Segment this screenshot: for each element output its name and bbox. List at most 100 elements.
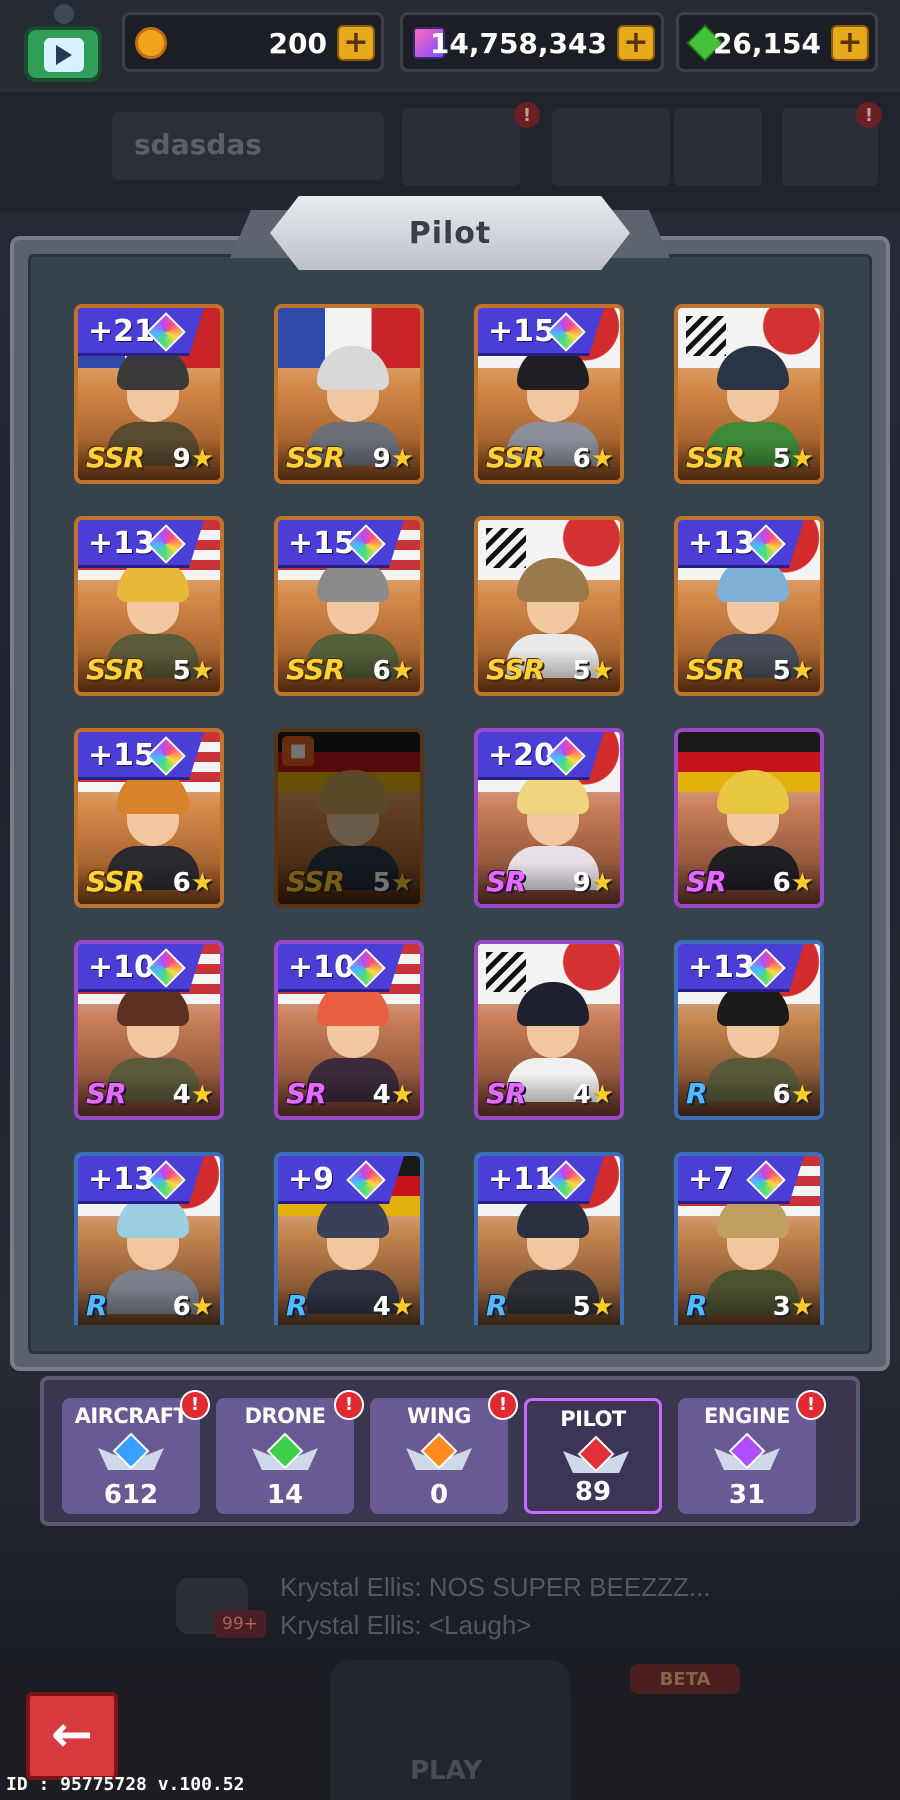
pilot-level-value: +9 (288, 1162, 335, 1197)
pilot-star-count: 6 (172, 1292, 191, 1322)
pilot-card[interactable]: +10 SR 4★ (274, 940, 424, 1120)
pilot-star-count: 4 (172, 1080, 191, 1110)
pilot-rarity: SR (486, 865, 527, 898)
pilot-rarity: SSR (286, 441, 345, 474)
aircraft-part-icon (98, 1432, 164, 1478)
pilot-card[interactable]: SR 4★ (474, 940, 624, 1120)
pilot-star-count: 5 (372, 868, 391, 898)
ticket-counter: 14,758,343 + (400, 12, 664, 72)
star-icon: ★ (790, 656, 814, 686)
pilot-card[interactable]: ■ SSR 5★ (274, 728, 424, 908)
back-button[interactable]: ← (26, 1692, 118, 1780)
pilot-stars: 4★ (373, 1080, 414, 1110)
tab-wing[interactable]: WING 0! (370, 1390, 518, 1514)
pilot-card[interactable]: +20 SR 9★ (474, 728, 624, 908)
korea-trigram-icon (486, 528, 526, 568)
pilot-star-count: 4 (372, 1080, 391, 1110)
pilot-level-badge: +15 (478, 308, 604, 356)
chat-unread-badge: 99+ (214, 1610, 266, 1638)
pilot-rarity: SSR (486, 441, 545, 474)
tab-aircraft[interactable]: AIRCRAFT 612! (62, 1390, 210, 1514)
pilot-card[interactable]: +7 R 3★ (674, 1152, 824, 1325)
pilot-rarity: R (686, 1077, 708, 1110)
lobby-currency-tile (674, 108, 762, 186)
pilot-rarity: R (286, 1289, 308, 1322)
gem-counter: 26,154 + (676, 12, 878, 72)
tab-drone[interactable]: DRONE 14! (216, 1390, 364, 1514)
star-icon: ★ (790, 444, 814, 474)
pilot-card[interactable]: SSR 5★ (474, 516, 624, 696)
pilot-stars: 5★ (573, 656, 614, 686)
video-ad-button[interactable] (18, 4, 108, 84)
pilot-card[interactable]: +11 R 5★ (474, 1152, 624, 1325)
pilot-card[interactable]: SSR 5★ (674, 304, 824, 484)
category-tab-bar: AIRCRAFT 612! DRONE 14! WING 0! PILOT 89 ENGINE 3… (40, 1376, 860, 1526)
chat-line-1: Krystal Ellis: NOS SUPER BEEZZZ... (280, 1572, 711, 1602)
tab-engine[interactable]: ENGINE 31! (678, 1390, 826, 1514)
star-icon: ★ (790, 868, 814, 898)
pilot-rarity: SSR (86, 441, 145, 474)
pilot-card[interactable]: +13 R 6★ (674, 940, 824, 1120)
lobby-rank-alert-icon: ! (514, 102, 540, 128)
pilot-rarity: SSR (686, 441, 745, 474)
add-coins-button[interactable]: + (337, 25, 375, 61)
coin-counter: 200 + (122, 12, 384, 72)
pilot-stars: 3★ (773, 1292, 814, 1322)
tab-count: 0 (429, 1480, 449, 1510)
lobby-rank-tile (402, 108, 520, 186)
pilot-stars: 9★ (173, 444, 214, 474)
pilot-star-count: 5 (772, 656, 791, 686)
pilot-rarity: R (486, 1289, 508, 1322)
tab-count: 612 (103, 1480, 159, 1510)
star-icon: ★ (390, 1080, 414, 1110)
pilot-card[interactable]: +13 R 6★ (74, 1152, 224, 1325)
pilot-level-badge: +15 (78, 732, 204, 780)
pilot-card[interactable]: +15 SSR 6★ (474, 304, 624, 484)
engine-part-icon (714, 1432, 780, 1478)
pilot-card[interactable]: +9 R 4★ (274, 1152, 424, 1325)
player-name: sdasdas (134, 128, 262, 161)
pilot-level-badge: +13 (78, 520, 204, 568)
pilot-rarity: SR (486, 1077, 527, 1110)
pilot-level-badge: +10 (278, 944, 404, 992)
ticket-value: 14,758,343 (429, 27, 607, 60)
wing-part-icon (406, 1432, 472, 1478)
currency-bar: 200 + 14,758,343 + 26,154 + (0, 0, 900, 88)
pilot-card[interactable]: +13 SSR 5★ (674, 516, 824, 696)
tab-pilot[interactable]: PILOT 89 (524, 1398, 662, 1514)
pilot-star-count: 3 (772, 1292, 791, 1322)
pilot-card[interactable]: +13 SSR 5★ (74, 516, 224, 696)
pilot-card[interactable]: SSR 9★ (274, 304, 424, 484)
pilot-level-value: +7 (688, 1162, 735, 1197)
pilot-level-badge: +13 (678, 944, 804, 992)
pilot-card[interactable]: +15 SSR 6★ (74, 728, 224, 908)
pilot-card[interactable]: +10 SR 4★ (74, 940, 224, 1120)
pilot-stars: 6★ (773, 1080, 814, 1110)
pilot-grid[interactable]: +21 SSR 9★ SSR 9★ +15 SSR 6★ SSR 5★ +13 SSR 5★ +15 SSR… (40, 290, 860, 1325)
pilot-level-badge: +10 (78, 944, 204, 992)
pilot-star-count: 6 (172, 868, 191, 898)
pilot-card[interactable]: SR 6★ (674, 728, 824, 908)
pilot-level-badge: +21 (78, 308, 204, 356)
add-gems-button[interactable]: + (831, 25, 869, 61)
star-icon: ★ (590, 1080, 614, 1110)
pilot-star-count: 6 (572, 444, 591, 474)
star-icon: ★ (590, 444, 614, 474)
alert-icon: ! (488, 1390, 518, 1420)
rainbow-gem-icon (746, 1160, 786, 1200)
star-icon: ★ (190, 868, 214, 898)
pilot-rarity: R (686, 1289, 708, 1322)
pilot-level-badge: +11 (478, 1156, 604, 1204)
coin-value: 200 (268, 27, 327, 60)
pilot-stars: 4★ (173, 1080, 214, 1110)
pilot-stars: 6★ (173, 868, 214, 898)
pilot-card[interactable]: +21 SSR 9★ (74, 304, 224, 484)
pilot-star-count: 5 (572, 656, 591, 686)
pilot-star-count: 9 (372, 444, 391, 474)
pilot-stars: 4★ (573, 1080, 614, 1110)
add-tickets-button[interactable]: + (617, 25, 655, 61)
lock-icon: ■ (282, 736, 314, 766)
pilot-card[interactable]: +15 SSR 6★ (274, 516, 424, 696)
pilot-rarity: SSR (286, 865, 345, 898)
tab-count: 14 (266, 1480, 304, 1510)
